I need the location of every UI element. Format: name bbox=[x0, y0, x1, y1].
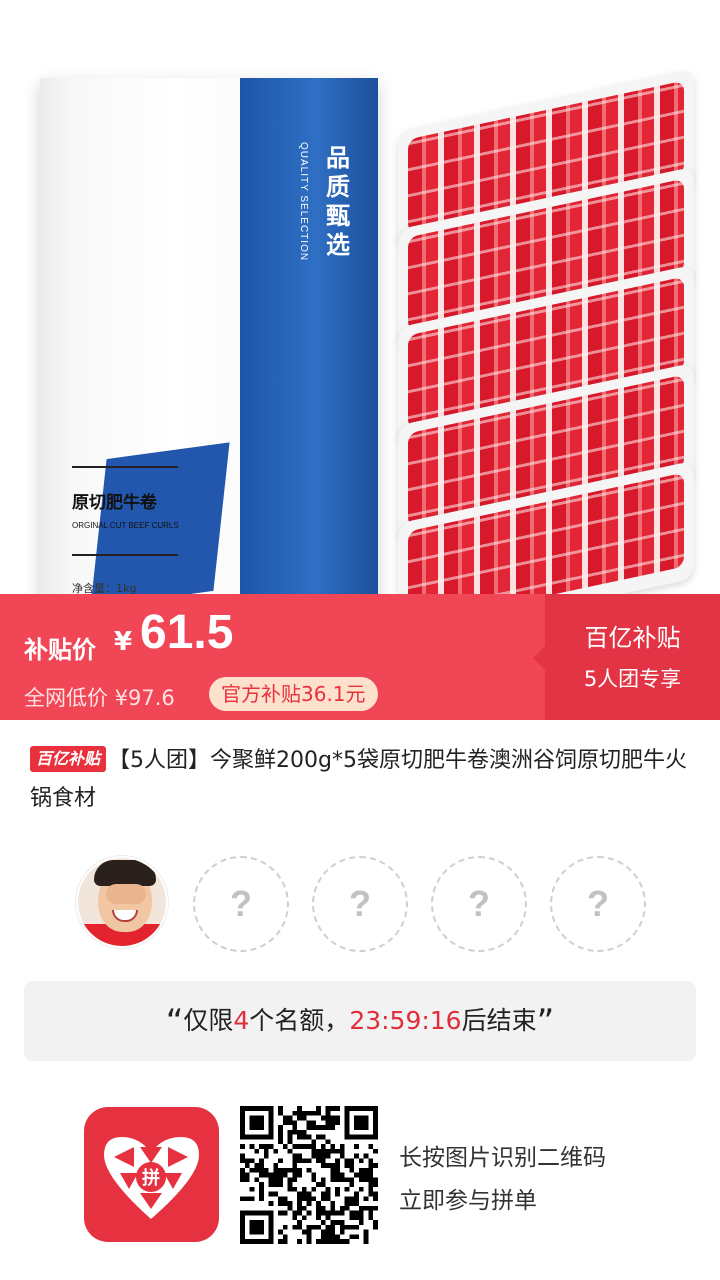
product-title-text: 【5人团】今聚鲜200g*5袋原切肥牛卷澳洲谷饲原切肥牛火锅食材 bbox=[30, 748, 687, 811]
bag-divider bbox=[72, 554, 178, 556]
bag-net-content: 净含量：1kg bbox=[72, 582, 137, 594]
beef-plates bbox=[398, 68, 708, 594]
countdown-notice: “仅限4个名额，23:59:16后结束” bbox=[24, 981, 696, 1061]
empty-group-slot: ? bbox=[431, 856, 527, 952]
countdown-prefix: 仅限 bbox=[183, 1006, 234, 1035]
product-title: 百亿补贴 【5人团】今聚鲜200g*5袋原切肥牛卷澳洲谷饲原切肥牛火锅食材 bbox=[30, 742, 695, 818]
market-low-price: 全网低价 ¥97.6 bbox=[24, 686, 175, 710]
bag-title-vertical: 品质甄选 bbox=[326, 143, 350, 259]
bag-product-name-en: ORGINAL CUT BEEF CURLS bbox=[72, 521, 179, 530]
group-leader-avatar bbox=[76, 856, 168, 948]
currency-symbol: ¥ bbox=[114, 627, 133, 657]
bag-subtitle-vertical: QUALITY SELECTION bbox=[298, 142, 309, 262]
bag-blue-stripe bbox=[240, 78, 378, 594]
open-quote: “ bbox=[165, 1002, 184, 1042]
qr-hint-line1: 长按图片识别二维码 bbox=[399, 1145, 606, 1171]
countdown-timer: 23:59:16 bbox=[349, 1006, 462, 1035]
qr-code-icon bbox=[240, 1106, 378, 1244]
official-subsidy-badge: 官方补贴36.1元 bbox=[209, 677, 378, 711]
product-image: 品质甄选 QUALITY SELECTION 原切肥牛卷 ORGINAL CUT… bbox=[0, 0, 720, 594]
subsidy-price-label: 补贴价 bbox=[24, 636, 96, 664]
remaining-slots-count: 4 bbox=[233, 1006, 250, 1035]
countdown-suffix: 后结束 bbox=[461, 1006, 537, 1035]
bag-divider bbox=[72, 466, 178, 468]
campaign-title: 百亿补贴 bbox=[584, 624, 681, 652]
subsidy-price: 61.5 bbox=[140, 606, 234, 659]
empty-group-slot: ? bbox=[193, 856, 289, 952]
pinduoduo-logo-icon: 拼 bbox=[84, 1107, 219, 1242]
countdown-middle: 个名额， bbox=[249, 1006, 350, 1035]
empty-group-slot: ? bbox=[550, 856, 646, 952]
billion-subsidy-badge: 百亿补贴 bbox=[30, 746, 107, 772]
qr-hint-line2: 立即参与拼单 bbox=[399, 1188, 537, 1214]
campaign-panel bbox=[533, 594, 720, 720]
campaign-subtitle: 5人团专享 bbox=[583, 667, 682, 691]
bag-product-name: 原切肥牛卷 bbox=[72, 493, 157, 513]
product-bag: 品质甄选 QUALITY SELECTION 原切肥牛卷 ORGINAL CUT… bbox=[40, 78, 378, 594]
logo-text: 拼 bbox=[142, 1167, 160, 1189]
empty-group-slot: ? bbox=[312, 856, 408, 952]
close-quote: ” bbox=[536, 1002, 555, 1042]
